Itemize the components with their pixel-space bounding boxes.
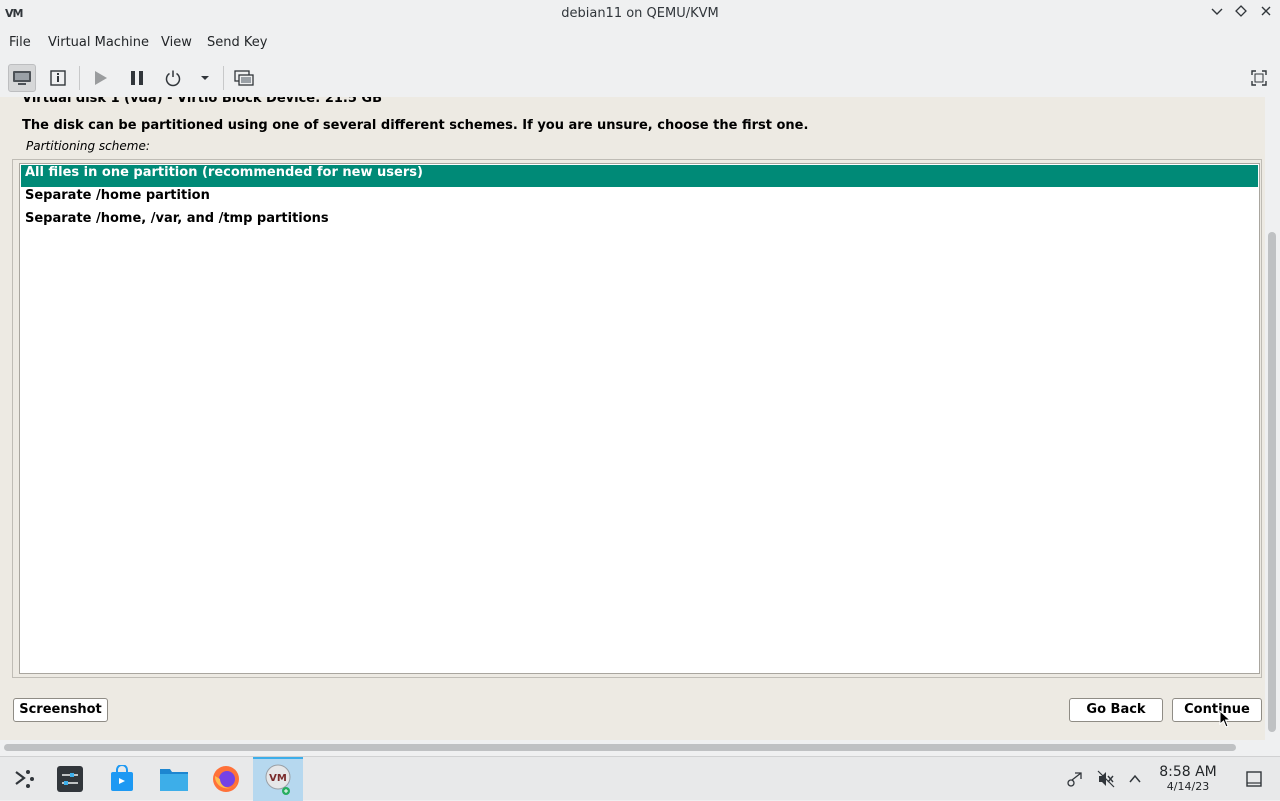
run-button[interactable] — [86, 64, 114, 92]
list-item-separate-home-var-tmp[interactable]: Separate /home, /var, and /tmp partition… — [21, 211, 1258, 233]
details-button[interactable] — [44, 64, 72, 92]
virt-manager-task[interactable]: VM — [253, 757, 303, 801]
network-icon — [1067, 772, 1082, 787]
details-icon — [50, 70, 66, 86]
console-button[interactable] — [8, 64, 36, 92]
disk-description: Virtual disk 1 (vda) - Virtio Block Devi… — [22, 97, 383, 106]
go-back-button[interactable]: Go Back — [1069, 698, 1163, 722]
firefox-icon — [213, 766, 239, 792]
close-button[interactable] — [1256, 4, 1276, 24]
console-icon — [13, 71, 31, 85]
horizontal-scrollbar-thumb[interactable] — [4, 744, 1236, 751]
system-settings-icon — [57, 766, 83, 792]
maximize-button[interactable] — [1231, 4, 1251, 24]
shutdown-button[interactable] — [159, 64, 187, 92]
pause-icon — [131, 71, 143, 85]
continue-button[interactable]: Continue — [1172, 698, 1262, 722]
network-tray-button[interactable] — [1065, 769, 1085, 789]
file-manager-icon — [160, 769, 188, 791]
firefox-button[interactable] — [202, 757, 250, 801]
system-settings-button[interactable] — [46, 757, 94, 801]
run-icon — [95, 71, 107, 85]
pause-button[interactable] — [123, 64, 151, 92]
toolbar-separator — [223, 66, 224, 90]
close-icon — [1261, 6, 1271, 16]
show-desktop-button[interactable] — [1244, 769, 1264, 789]
diamond-icon — [1235, 5, 1247, 17]
screenshot-button[interactable]: Screenshot — [13, 698, 108, 722]
toolbar-separator — [79, 66, 80, 90]
fullscreen-button[interactable] — [1245, 64, 1273, 92]
tray-expand-button[interactable] — [1125, 769, 1145, 789]
discover-store-button[interactable] — [98, 757, 146, 801]
snapshots-button[interactable] — [230, 64, 258, 92]
chevron-down-icon — [1211, 8, 1223, 15]
tray-expand-icon — [1129, 774, 1141, 783]
mouse-cursor-icon — [1219, 710, 1231, 728]
volume-muted-icon — [1097, 770, 1115, 788]
list-item-separate-home[interactable]: Separate /home partition — [21, 188, 1258, 210]
menu-view[interactable]: View — [161, 35, 192, 50]
taskbar: VM — [0, 756, 1280, 801]
menu-bar: File Virtual Machine View Send Key — [0, 30, 1280, 56]
file-manager-button[interactable] — [150, 757, 198, 801]
partitioning-scheme-label: Partitioning scheme: — [26, 139, 150, 153]
clock-date[interactable]: 4/14/23 — [1150, 780, 1226, 793]
installer-intro-text: The disk can be partitioned using one of… — [22, 118, 809, 133]
window-title: debian11 on QEMU/KVM — [561, 6, 719, 21]
snapshots-icon — [234, 70, 254, 86]
svg-text:VM: VM — [269, 773, 287, 784]
dropdown-arrow-icon — [201, 76, 209, 80]
vertical-scrollbar-thumb[interactable] — [1268, 232, 1276, 732]
volume-tray-button[interactable] — [1096, 769, 1116, 789]
partitioning-scheme-list[interactable]: All files in one partition (recommended … — [19, 163, 1260, 674]
clock-time[interactable]: 8:58 AM — [1150, 764, 1226, 780]
power-icon — [165, 70, 181, 87]
application-launcher-button[interactable] — [0, 757, 48, 801]
list-item-all-in-one[interactable]: All files in one partition (recommended … — [21, 165, 1258, 187]
vm-console-display[interactable]: Virtual disk 1 (vda) - Virtio Block Devi… — [0, 97, 1265, 740]
application-launcher-icon — [15, 770, 34, 788]
minimize-button[interactable] — [1207, 4, 1227, 24]
toolbar — [0, 60, 1280, 96]
discover-store-icon — [111, 765, 133, 791]
shutdown-menu-button[interactable] — [191, 64, 219, 92]
title-bar: VM debian11 on QEMU/KVM — [0, 0, 1280, 28]
show-desktop-icon — [1246, 771, 1262, 787]
fullscreen-icon — [1251, 70, 1267, 86]
menu-file[interactable]: File — [9, 35, 31, 50]
menu-virtual-machine[interactable]: Virtual Machine — [48, 35, 149, 50]
virt-manager-icon: VM — [265, 764, 291, 795]
menu-send-key[interactable]: Send Key — [207, 35, 267, 50]
